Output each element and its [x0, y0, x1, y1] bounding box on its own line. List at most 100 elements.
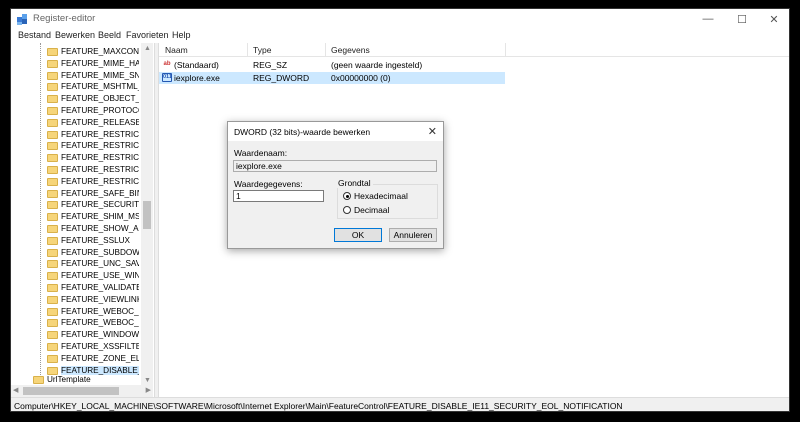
value-data-label: Waardegegevens: [234, 179, 303, 189]
tree-item[interactable]: FEATURE_RESTRICT_OB [11, 164, 154, 176]
tree-item[interactable]: FEATURE_SHIM_MSHEL [11, 211, 154, 223]
folder-icon [47, 201, 58, 210]
tree-item-label: FEATURE_RESTRICT_FIL [61, 153, 139, 163]
maximize-button[interactable]: ☐ [725, 9, 759, 29]
folder-icon [47, 59, 58, 68]
tree-item[interactable]: FEATURE_WINDOW_RES [11, 329, 154, 341]
tree-item-label: FEATURE_SECURITYBAN [61, 200, 139, 210]
dialog-title: DWORD (32 bits)-waarde bewerken [234, 127, 371, 137]
folder-icon [47, 284, 58, 292]
key-tree-pane[interactable]: FEATURE_MAXCONNEC FEATURE_MIME_HANDI FEATU… [11, 43, 154, 397]
folder-icon [47, 343, 58, 351]
value-type: REG_DWORD [253, 73, 310, 83]
status-bar: Computer\HKEY_LOCAL_MACHINE\SOFTWARE\Mic… [11, 397, 789, 411]
tree-item-label: FEATURE_MIME_SNIFFII [61, 70, 139, 80]
hexadecimal-radio[interactable] [343, 192, 351, 200]
scrollbar-thumb[interactable] [23, 387, 119, 395]
menu-bewerken[interactable]: Bewerken [55, 30, 95, 40]
tree-horizontal-scrollbar[interactable]: ◀ ▶ [11, 385, 153, 397]
folder-icon [47, 166, 58, 174]
scroll-up-arrow-icon[interactable]: ▲ [144, 45, 151, 52]
tree-item-label: FEATURE_WEBOC_MOV [61, 306, 139, 316]
tree-item-label: FEATURE_SUBDOWNLO [61, 247, 139, 257]
decimal-label[interactable]: Decimaal [354, 205, 389, 215]
folder-icon [47, 307, 58, 316]
menu-beeld[interactable]: Beeld [98, 30, 121, 40]
menu-favorieten[interactable]: Favorieten [126, 30, 169, 40]
menu-bestand[interactable]: Bestand [18, 30, 51, 40]
column-header-name[interactable]: Naam [165, 45, 188, 55]
decimal-radio[interactable] [343, 206, 351, 214]
folder-icon [47, 142, 58, 151]
tree-vertical-scrollbar[interactable]: ▲ ▼ [141, 43, 153, 385]
tree-item[interactable]: FEATURE_RESTRICT_AC [11, 140, 154, 152]
tree-item[interactable]: FEATURE_MIME_HANDI [11, 58, 154, 70]
tree-item-label: FEATURE_VIEWLINKEDV [61, 294, 139, 304]
tree-item[interactable]: FEATURE_SECURITYBAN [11, 199, 154, 211]
tree-item[interactable]: FEATURE_ZONE_ELEVAT [11, 353, 154, 365]
scroll-down-arrow-icon[interactable]: ▼ [144, 377, 151, 384]
scroll-left-arrow-icon[interactable]: ◀ [13, 386, 18, 394]
value-data-field[interactable] [233, 190, 324, 202]
folder-icon [47, 260, 58, 269]
list-item-selected[interactable]: 011 iexplore.exe REG_DWORD 0x00000000 (0… [159, 72, 505, 84]
tree-item[interactable]: FEATURE_SAFE_BINDTO [11, 188, 154, 200]
column-divider[interactable] [247, 43, 248, 57]
folder-icon [47, 331, 58, 340]
tree-item[interactable]: FEATURE_WEBOC_MOV [11, 306, 154, 318]
folder-icon [47, 107, 58, 115]
registry-editor-icon [17, 14, 27, 25]
column-divider[interactable] [325, 43, 326, 57]
tree-item[interactable]: FEATURE_OBJECT_CACI [11, 93, 154, 105]
tree-item[interactable]: FEATURE_SHOW_APP_P [11, 223, 154, 235]
tree-item[interactable]: FEATURE_RESTRICT_RES [11, 176, 154, 188]
tree-item[interactable]: FEATURE_VIEWLINKEDV [11, 294, 154, 306]
tree-item-label: FEATURE_SHIM_MSHEL [61, 212, 139, 222]
binary-value-icon: 011 [162, 73, 172, 82]
tree-item-label: FEATURE_SSLUX [61, 235, 131, 245]
scroll-right-arrow-icon[interactable]: ▶ [146, 386, 151, 394]
scrollbar-thumb[interactable] [143, 201, 151, 229]
folder-icon [47, 319, 58, 328]
tree-item[interactable]: FEATURE_SUBDOWNLO [11, 247, 154, 259]
hexadecimal-label[interactable]: Hexadecimaal [354, 191, 408, 201]
tree-item[interactable]: FEATURE_USE_WINDOW [11, 270, 154, 282]
cancel-button[interactable]: Annuleren [389, 228, 437, 242]
base-group-title: Grondtal [336, 178, 373, 188]
folder-icon [47, 83, 58, 92]
tree-item-label: FEATURE_MSHTML_AU [61, 82, 139, 92]
column-header-type[interactable]: Type [253, 45, 271, 55]
tree-item[interactable]: FEATURE_XSSFILTER [11, 341, 154, 353]
tree-item-label: FEATURE_RESTRICT_RES [61, 176, 139, 186]
value-name-field[interactable] [233, 160, 437, 172]
tree-item[interactable]: FEATURE_PROTOCOL_L [11, 105, 154, 117]
column-header-data[interactable]: Gegevens [331, 45, 370, 55]
tree-item[interactable]: FEATURE_SSLUX [11, 235, 154, 247]
tree-item[interactable]: FEATURE_WEBOC_POPI [11, 317, 154, 329]
folder-icon [47, 225, 58, 233]
tree-item-label: FEATURE_XSSFILTER [61, 342, 139, 351]
tree-item-label: FEATURE_WINDOW_RES [61, 330, 139, 340]
close-button[interactable]: ✕ [757, 9, 789, 29]
tree-item[interactable]: FEATURE_VALIDATE_NA [11, 282, 154, 294]
registry-path: Computer\HKEY_LOCAL_MACHINE\SOFTWARE\Mic… [14, 401, 623, 411]
tree-item[interactable]: FEATURE_UNC_SAVEDFI [11, 258, 154, 270]
tree-item[interactable]: FEATURE_RESTRICT_AB [11, 129, 154, 141]
tree-item[interactable]: FEATURE_RESTRICT_FIL [11, 152, 154, 164]
tree-item[interactable]: FEATURE_MIME_SNIFFII [11, 70, 154, 82]
column-divider[interactable] [505, 43, 506, 57]
window-title: Register-editor [33, 13, 96, 24]
ok-button[interactable]: OK [334, 228, 382, 242]
value-name: iexplore.exe [174, 73, 220, 83]
tree-item[interactable]: FEATURE_MSHTML_AU [11, 81, 154, 93]
folder-icon [47, 236, 58, 245]
tree-item[interactable]: FEATURE_MAXCONNEC [11, 46, 154, 58]
folder-icon [47, 154, 58, 163]
tree-item[interactable]: FEATURE_RELEASE_CAL [11, 117, 154, 129]
tree-item-label: FEATURE_USE_WINDOW [61, 271, 139, 281]
menu-help[interactable]: Help [172, 30, 191, 40]
dialog-close-icon[interactable]: ✕ [428, 125, 437, 138]
tree-item-label: FEATURE_OBJECT_CACI [61, 94, 139, 104]
minimize-button[interactable]: — [691, 9, 725, 29]
list-item[interactable]: ab (Standaard) REG_SZ (geen waarde inges… [159, 59, 505, 71]
